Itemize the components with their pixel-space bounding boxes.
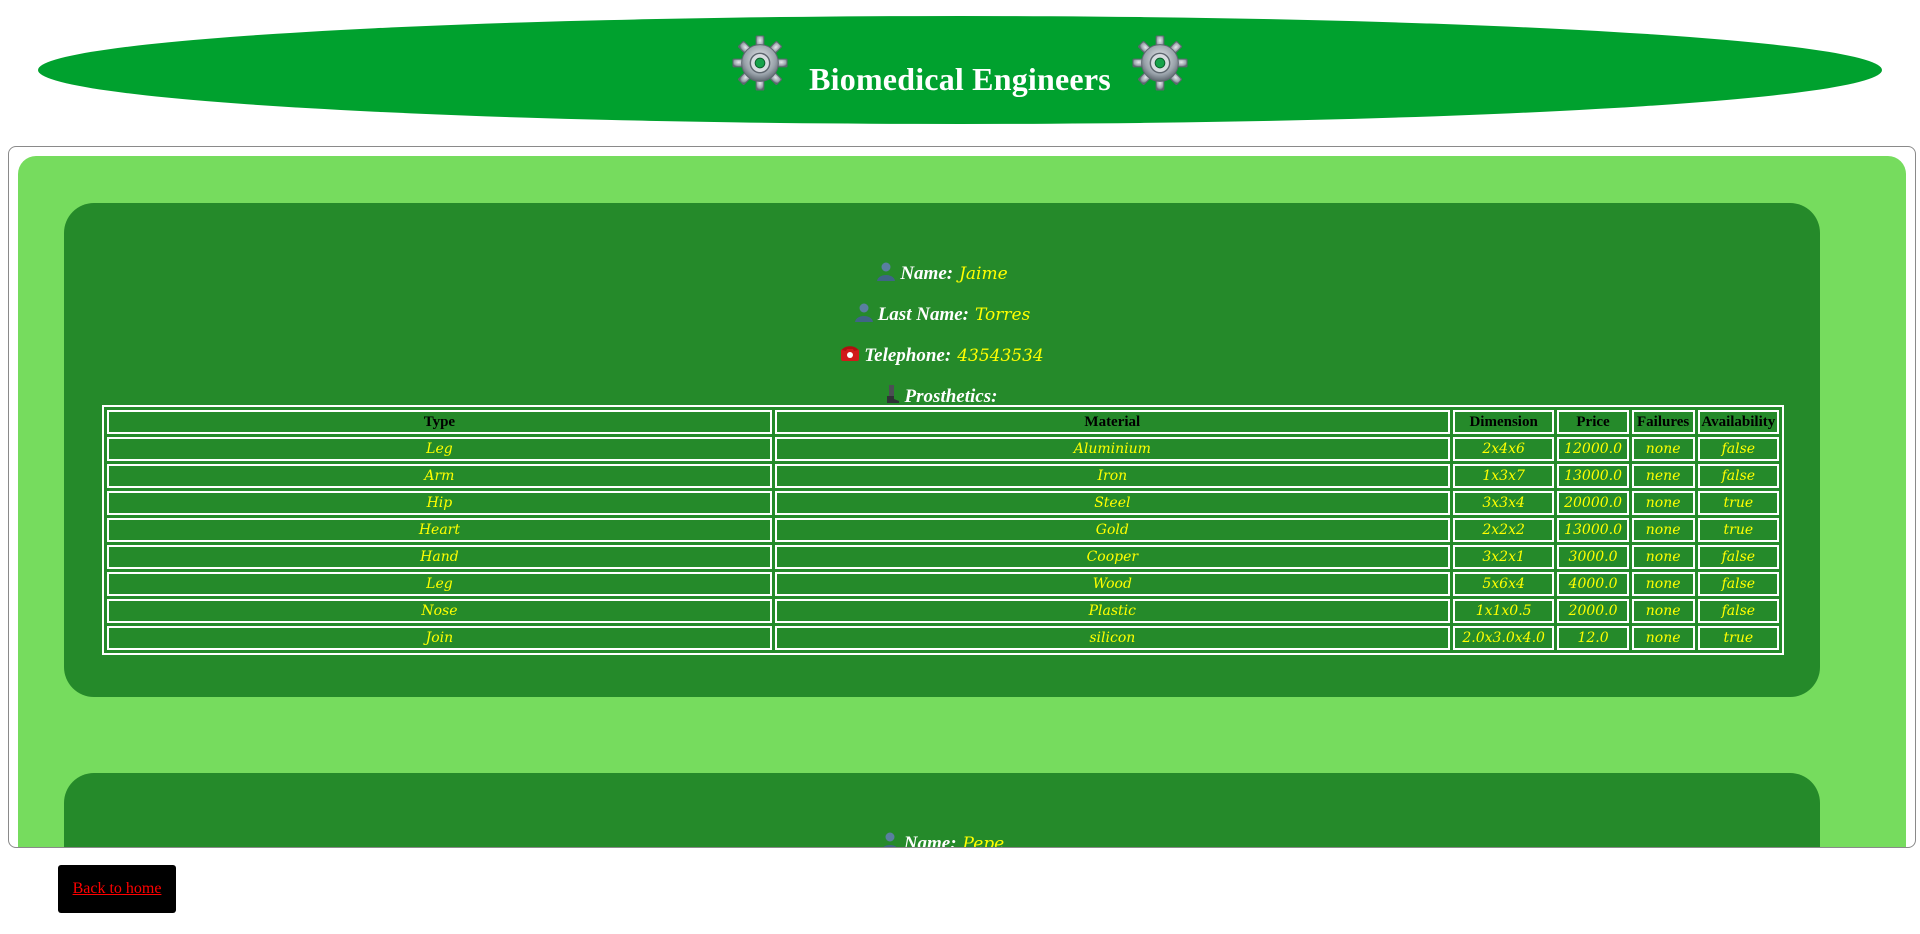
cell-failures: none xyxy=(1631,599,1695,623)
telephone-value: 43543534 xyxy=(957,345,1044,366)
back-to-home-button[interactable]: Back to home xyxy=(58,865,176,913)
cell-price: 12.0 xyxy=(1557,626,1629,650)
table-row: Arm Iron 1x3x7 13000.0 nene false xyxy=(107,464,1779,488)
engineer-card: Name: Pepe xyxy=(64,773,1820,848)
cell-failures: none xyxy=(1631,518,1695,542)
table-header-row: Type Material Dimension Price Failures A… xyxy=(107,410,1779,434)
cell-failures: none xyxy=(1631,437,1695,461)
table-row: Hip Steel 3x3x4 20000.0 none true xyxy=(107,491,1779,515)
cell-type: Join xyxy=(107,626,772,650)
table-row: Heart Gold 2x2x2 13000.0 none true xyxy=(107,518,1779,542)
lastname-row: Last Name: Torres xyxy=(64,294,1820,335)
header-banner: Biomedical Engineers xyxy=(38,16,1882,124)
cell-price: 20000.0 xyxy=(1557,491,1629,515)
column-header: Price xyxy=(1557,410,1629,434)
cell-availability: true xyxy=(1697,491,1779,515)
engineer-card: Name: Jaime Last Name: Torres Telephone: xyxy=(64,203,1820,697)
cell-dimension: 1x3x7 xyxy=(1452,464,1555,488)
cell-type: Nose xyxy=(107,599,772,623)
cell-failures: none xyxy=(1631,626,1695,650)
column-header: Availability xyxy=(1697,410,1779,434)
cell-failures: none xyxy=(1631,572,1695,596)
cell-availability: false xyxy=(1697,464,1779,488)
table-row: Leg Aluminium 2x4x6 12000.0 none false xyxy=(107,437,1779,461)
cell-availability: true xyxy=(1697,626,1779,650)
cell-availability: false xyxy=(1697,545,1779,569)
cell-dimension: 2x4x6 xyxy=(1452,437,1555,461)
column-header: Failures xyxy=(1631,410,1695,434)
cell-dimension: 1x1x0.5 xyxy=(1452,599,1555,623)
table-row: Nose Plastic 1x1x0.5 2000.0 none false xyxy=(107,599,1779,623)
cell-availability: false xyxy=(1697,599,1779,623)
table-row: Join silicon 2.0x3.0x4.0 12.0 none true xyxy=(107,626,1779,650)
cell-failures: nene xyxy=(1631,464,1695,488)
telephone-label: Telephone: xyxy=(864,344,952,366)
cell-material: Wood xyxy=(774,572,1450,596)
name-value: Pepe xyxy=(962,833,1005,848)
cell-availability: false xyxy=(1697,572,1779,596)
cell-material: Iron xyxy=(774,464,1450,488)
page-title: Biomedical Engineers xyxy=(809,60,1111,97)
telephone-icon xyxy=(841,345,860,361)
column-header: Type xyxy=(107,410,772,434)
cell-dimension: 3x2x1 xyxy=(1452,545,1555,569)
cell-failures: none xyxy=(1631,491,1695,515)
name-value: Jaime xyxy=(959,263,1008,284)
column-header: Material xyxy=(774,410,1450,434)
cell-failures: none xyxy=(1631,545,1695,569)
cell-price: 2000.0 xyxy=(1557,599,1629,623)
cell-type: Hip xyxy=(107,491,772,515)
cell-price: 13000.0 xyxy=(1557,464,1629,488)
cell-availability: true xyxy=(1697,518,1779,542)
cell-material: Cooper xyxy=(774,545,1450,569)
cell-dimension: 5x6x4 xyxy=(1452,572,1555,596)
engineers-panel: Name: Jaime Last Name: Torres Telephone: xyxy=(18,156,1906,848)
cell-price: 3000.0 xyxy=(1557,545,1629,569)
cell-type: Leg xyxy=(107,437,772,461)
user-icon xyxy=(882,832,897,847)
back-to-home-link[interactable]: Back to home xyxy=(73,880,162,898)
gear-icon xyxy=(732,35,788,91)
cell-material: Plastic xyxy=(774,599,1450,623)
user-icon xyxy=(877,262,896,281)
cell-type: Heart xyxy=(107,518,772,542)
telephone-row: Telephone: 43543534 xyxy=(64,335,1820,376)
cell-material: Steel xyxy=(774,491,1450,515)
cell-price: 4000.0 xyxy=(1557,572,1629,596)
name-label: Name: xyxy=(903,832,957,848)
user-icon xyxy=(854,303,873,322)
cell-material: silicon xyxy=(774,626,1450,650)
table-row: Leg Wood 5x6x4 4000.0 none false xyxy=(107,572,1779,596)
engineers-scroll-frame[interactable]: Name: Jaime Last Name: Torres Telephone: xyxy=(8,146,1916,848)
cell-type: Leg xyxy=(107,572,772,596)
lastname-value: Torres xyxy=(975,304,1031,325)
name-row: Name: Pepe xyxy=(64,823,1820,848)
gear-icon xyxy=(1132,35,1188,91)
column-header: Dimension xyxy=(1452,410,1555,434)
cell-price: 13000.0 xyxy=(1557,518,1629,542)
prosthetic-leg-icon xyxy=(886,384,899,403)
cell-dimension: 3x3x4 xyxy=(1452,491,1555,515)
cell-type: Hand xyxy=(107,545,772,569)
cell-type: Arm xyxy=(107,464,772,488)
name-row: Name: Jaime xyxy=(64,253,1820,294)
cell-material: Aluminium xyxy=(774,437,1450,461)
cell-material: Gold xyxy=(774,518,1450,542)
lastname-label: Last Name: xyxy=(877,303,969,325)
table-row: Hand Cooper 3x2x1 3000.0 none false xyxy=(107,545,1779,569)
prosthetics-table: Type Material Dimension Price Failures A… xyxy=(102,405,1784,655)
cell-availability: false xyxy=(1697,437,1779,461)
cell-price: 12000.0 xyxy=(1557,437,1629,461)
name-label: Name: xyxy=(900,262,954,284)
cell-dimension: 2x2x2 xyxy=(1452,518,1555,542)
cell-dimension: 2.0x3.0x4.0 xyxy=(1452,626,1555,650)
